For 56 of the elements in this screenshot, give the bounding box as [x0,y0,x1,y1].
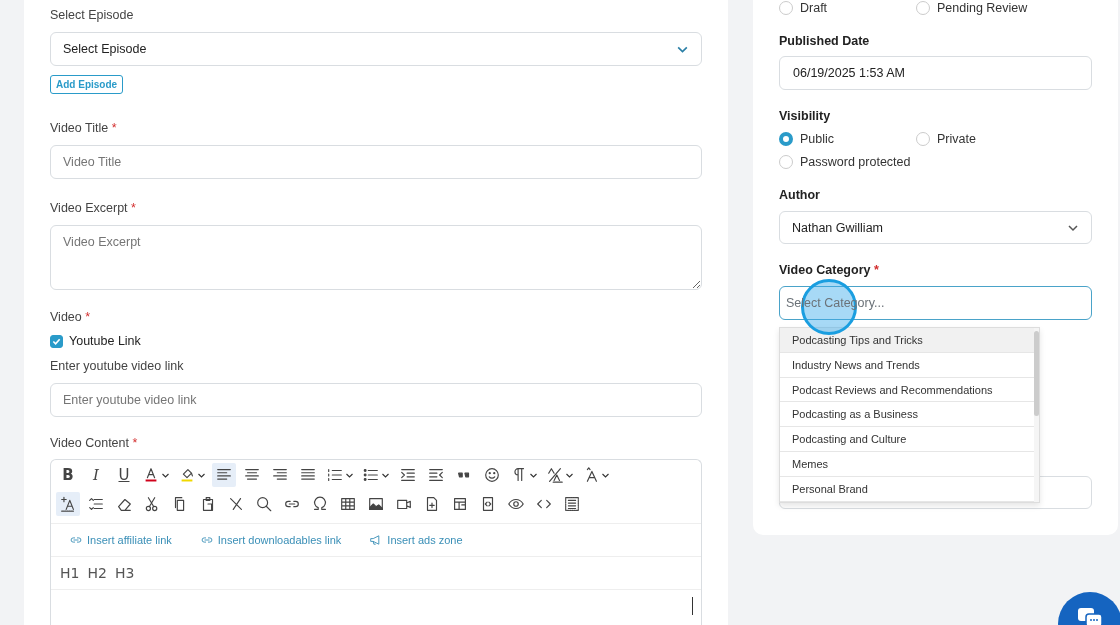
input-field[interactable]: Video Title [50,145,702,179]
dropdown-option[interactable]: Podcasting Tips and Tricks [780,328,1036,353]
ordered-list-icon [326,466,344,484]
field-label: Visibility [779,109,831,123]
field-label: Select Episode [50,8,134,22]
radio-label: Private [937,132,976,146]
field-label: Video * [50,310,91,324]
radio-button[interactable] [779,1,793,15]
indent-icon [399,466,417,484]
date-field[interactable]: 06/19/2025 1:53 AM [779,56,1092,90]
insert-link[interactable]: Insert ads zone [369,533,463,547]
textarea-field[interactable]: Video Excerpt [50,225,702,290]
bullet-list-icon [362,466,380,484]
radio-button[interactable] [916,1,930,15]
toolbar-button[interactable]: I [84,463,108,487]
radio-label: Pending Review [937,1,1028,15]
field-label: Video Category * [779,263,879,277]
toolbar-button[interactable] [56,492,80,516]
radio-button[interactable] [779,155,793,169]
field-label: Enter youtube video link [50,359,184,373]
toolbar-button[interactable]: U [112,463,136,487]
radio-label: Public [800,132,835,146]
field-label: Video Excerpt * [50,201,136,215]
radio-button[interactable] [916,132,930,146]
outdent-icon [427,466,445,484]
author-select[interactable]: Nathan Gwilliam [779,211,1092,244]
field-label: Video Title * [50,121,117,135]
heading-button[interactable]: H3 [114,565,135,581]
chat-icon [1076,606,1104,625]
line-height-icon [87,495,105,513]
select-all-icon [563,495,581,513]
image-icon [367,495,385,513]
toolbar-button[interactable]: B [56,463,80,487]
field-label: Published Date [779,34,870,48]
heading-button[interactable]: H1 [60,565,80,581]
search-icon [255,495,273,513]
insert-link[interactable]: Insert downloadables link [199,533,342,547]
field-label: Video Content * [50,436,138,450]
episode-select[interactable]: Select Episode [50,32,702,66]
remove-icon [227,495,245,513]
insert-link[interactable]: Insert affiliate link [69,533,172,547]
radio-button[interactable] [779,132,793,146]
checkbox-label: Youtube Link [69,334,141,348]
heading-button[interactable]: H2 [87,565,107,581]
layout-icon [451,495,469,513]
field-label: Author [779,188,820,202]
checkbox[interactable] [50,334,63,348]
toolbar-button[interactable] [212,463,236,487]
table-icon [339,495,357,513]
radio-label: Password protected [800,155,911,169]
input-field[interactable]: Enter youtube video link [50,383,702,417]
strike-size-icon [546,466,564,484]
radio-label: Draft [800,1,828,15]
emoji-icon [483,466,501,484]
omega-icon [311,495,329,513]
add-text-icon [59,495,77,513]
